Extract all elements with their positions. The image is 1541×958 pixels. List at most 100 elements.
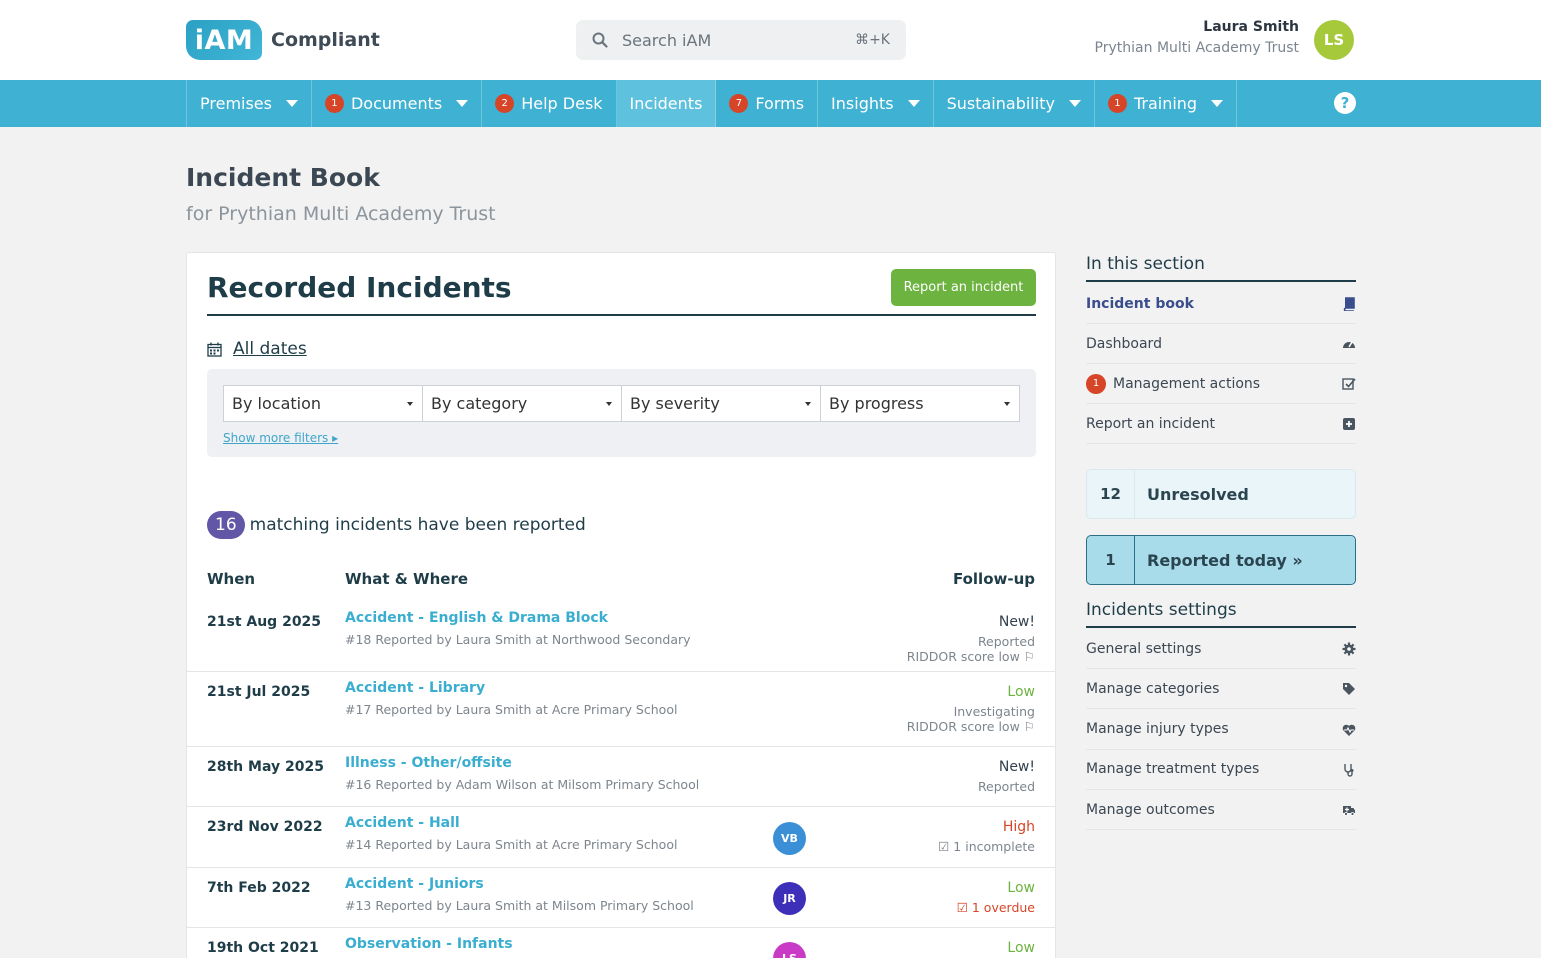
calendar-icon (207, 342, 222, 357)
incident-title-link[interactable]: Observation - Infants (345, 936, 513, 952)
nav-item-label: Help Desk (521, 94, 603, 113)
search-bar[interactable]: Search iAM ⌘+K (576, 20, 906, 60)
dropdown-arrow-icon (1004, 402, 1010, 406)
title-divider (207, 314, 1036, 316)
table-row[interactable]: 7th Feb 2022 Accident - Juniors #13 Report… (187, 868, 1055, 928)
riddor-score: RIDDOR score low ⚐ (906, 719, 1035, 734)
nav-item-label: Forms (755, 94, 805, 113)
nav-item-forms[interactable]: 7 Forms (716, 80, 819, 127)
dropdown-arrow-icon (407, 402, 413, 406)
logo[interactable]: iAM Compliant (186, 20, 380, 60)
date-filter[interactable]: All dates (207, 339, 307, 359)
severity-filter[interactable]: By severity (622, 386, 821, 421)
nav-item-label: Incidents (629, 94, 703, 113)
user-avatar[interactable]: LS (1314, 20, 1354, 60)
incident-title-link[interactable]: Accident - Hall (345, 815, 460, 831)
settings-item-label: Manage injury types (1086, 721, 1229, 738)
nav-badge: 1 (1107, 94, 1127, 113)
incident-title-link[interactable]: Illness - Other/offsite (345, 755, 512, 771)
plus-square-icon (1342, 417, 1356, 431)
nav-item-incidents[interactable]: Incidents (616, 80, 717, 127)
incidents-card: Recorded Incidents Report an incident Al… (186, 252, 1056, 958)
nav-item-training[interactable]: 1 Training (1095, 80, 1238, 127)
nav-item-label: Documents (350, 94, 443, 113)
progress-status: Reported (977, 634, 1035, 649)
sidebar-item-label: Dashboard (1086, 335, 1162, 352)
nav-item-premises[interactable]: Premises (187, 80, 312, 127)
column-header-followup[interactable]: Follow-up (953, 570, 1035, 588)
nav-item-help-desk[interactable]: 2 Help Desk (482, 80, 617, 127)
settings-item-general-settings[interactable]: General settings (1086, 629, 1356, 669)
logo-text: Compliant (271, 29, 380, 51)
dropdown-arrow-icon (606, 402, 612, 406)
nav-badge: 7 (729, 94, 749, 113)
user-name: Laura Smith (1203, 19, 1299, 35)
severity-label: New! (998, 759, 1035, 775)
table-row[interactable]: 23rd Nov 2022 Accident - Hall #14 Reported… (187, 807, 1055, 868)
incident-title-link[interactable]: Accident - Juniors (345, 876, 484, 892)
progress-filter[interactable]: By progress (821, 386, 1019, 421)
settings-item-label: Manage outcomes (1086, 801, 1215, 818)
severity-label: High (1002, 819, 1035, 835)
nav-badge: 2 (495, 94, 515, 113)
nav-item-insights[interactable]: Insights (818, 80, 934, 127)
count-badge: 16 (207, 511, 245, 539)
table-row[interactable]: 19th Oct 2021 Observation - Infants LS Low (187, 928, 1055, 958)
progress-status: ☑ 1 incomplete (938, 839, 1035, 854)
category-filter-label: By category (431, 394, 528, 413)
all-dates-link[interactable]: All dates (233, 339, 307, 359)
settings-item-manage-outcomes[interactable]: Manage outcomes (1086, 790, 1356, 831)
nav-item-sustainability[interactable]: Sustainability (934, 80, 1095, 127)
sidebar-item-management-actions[interactable]: 1 Management actions (1086, 364, 1356, 404)
unresolved-stat[interactable]: 12 Unresolved (1086, 469, 1356, 519)
incident-title-link[interactable]: Accident - Library (345, 680, 485, 696)
table-row[interactable]: 21st Jul 2025 Accident - Library #17 Repor… (187, 672, 1055, 747)
incident-date: 21st Jul 2025 (207, 684, 311, 700)
tag-icon (1342, 682, 1356, 696)
report-incident-button[interactable]: Report an incident (891, 269, 1036, 306)
column-header-what[interactable]: What & Where (345, 570, 468, 588)
table-row[interactable]: 28th May 2025 Illness - Other/offsite #16 … (187, 747, 1055, 807)
help-icon[interactable]: ? (1334, 92, 1356, 114)
nav-item-documents[interactable]: 1 Documents (312, 80, 483, 127)
category-filter[interactable]: By category (423, 386, 622, 421)
incident-meta: #14 Reported by Laura Smith at Acre Prim… (345, 837, 678, 852)
sidebar-badge: 1 (1086, 373, 1106, 394)
search-icon (592, 32, 608, 48)
severity-label: New! (998, 614, 1035, 630)
results-count: 16 matching incidents have been reported (207, 511, 586, 539)
nav-item-label: Insights (831, 94, 894, 113)
assignee-avatar[interactable]: LS (773, 942, 806, 958)
sidebar-item-report-an-incident[interactable]: Report an incident (1086, 404, 1356, 444)
reported-today-stat[interactable]: 1 Reported today » (1086, 535, 1356, 585)
page-title: Incident Book (186, 163, 380, 192)
settings-item-manage-treatment-types[interactable]: Manage treatment types (1086, 750, 1356, 790)
user-info[interactable]: Laura Smith Prythian Multi Academy Trust (1095, 19, 1299, 56)
severity-label: Low (1007, 880, 1035, 896)
reported-today-count: 1 (1087, 536, 1135, 584)
incident-date: 19th Oct 2021 (207, 940, 319, 956)
table-row[interactable]: 21st Aug 2025 Accident - English & Drama … (187, 602, 1055, 672)
location-filter[interactable]: By location (224, 386, 423, 421)
top-header: iAM Compliant Search iAM ⌘+K Laura Smith… (0, 0, 1541, 80)
assignee-avatar[interactable]: VB (773, 821, 806, 855)
incident-meta: #17 Reported by Laura Smith at Acre Prim… (345, 702, 678, 717)
chevron-down-icon (456, 100, 469, 107)
nav-item-label: Sustainability (946, 94, 1055, 113)
settings-item-manage-injury-types[interactable]: Manage injury types (1086, 710, 1356, 750)
severity-filter-label: By severity (630, 394, 720, 413)
incident-title-link[interactable]: Accident - English & Drama Block (345, 610, 608, 626)
sidebar-item-dashboard[interactable]: Dashboard (1086, 324, 1356, 364)
show-more-filters-link[interactable]: Show more filters ▸ (223, 431, 338, 445)
severity-label: Low (1007, 684, 1035, 700)
unresolved-count: 12 (1087, 470, 1135, 518)
heart-pulse-icon (1342, 723, 1356, 737)
progress-status: Reported (977, 779, 1035, 794)
page-subtitle: for Prythian Multi Academy Trust (186, 203, 496, 225)
assignee-avatar[interactable]: JR (773, 882, 806, 915)
chevron-down-icon (907, 100, 920, 107)
column-header-when[interactable]: When (207, 570, 255, 588)
incident-meta: #16 Reported by Adam Wilson at Milsom Pr… (345, 777, 700, 792)
sidebar-item-incident-book[interactable]: Incident book (1086, 284, 1356, 324)
settings-item-manage-categories[interactable]: Manage categories (1086, 669, 1356, 710)
